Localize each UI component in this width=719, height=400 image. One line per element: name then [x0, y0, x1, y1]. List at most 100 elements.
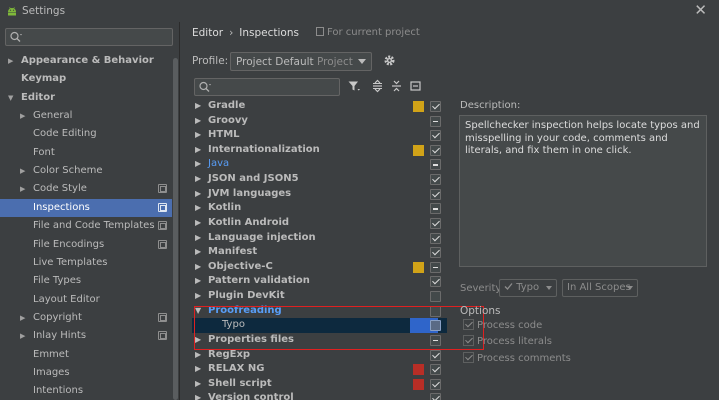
- chevron-right-icon[interactable]: ▶: [195, 231, 201, 246]
- chevron-right-icon[interactable]: ▶: [20, 162, 25, 180]
- enable-checkbox[interactable]: [430, 188, 441, 200]
- tree-row-proofreading[interactable]: ▼ Proofreading: [192, 304, 447, 319]
- chevron-right-icon[interactable]: ▶: [195, 362, 201, 377]
- enable-checkbox[interactable]: [430, 276, 441, 288]
- tree-row-typo[interactable]: Typo: [192, 318, 447, 333]
- tree-row-kotlin[interactable]: ▶ Kotlin: [192, 201, 447, 216]
- enable-checkbox[interactable]: [430, 217, 441, 229]
- enable-checkbox[interactable]: [430, 247, 441, 259]
- chevron-right-icon[interactable]: ▶: [195, 377, 201, 392]
- sidebar-item-emmet[interactable]: Emmet: [0, 346, 172, 364]
- sidebar-item-inspections[interactable]: Inspections: [0, 198, 172, 218]
- tree-row-manifest[interactable]: ▶ Manifest: [192, 245, 447, 260]
- enable-checkbox[interactable]: [430, 232, 441, 244]
- severity-dropdown[interactable]: Typo: [499, 279, 557, 297]
- option-checkbox[interactable]: [463, 351, 474, 363]
- enable-checkbox[interactable]: [430, 305, 441, 317]
- sidebar-item-code-editing[interactable]: Code Editing: [0, 125, 172, 143]
- enable-checkbox[interactable]: [430, 115, 441, 127]
- sidebar-item-file-and-code-templates[interactable]: File and Code Templates: [0, 217, 172, 235]
- sidebar-item-color-scheme[interactable]: ▶ Color Scheme: [0, 162, 172, 180]
- enable-checkbox[interactable]: [430, 130, 441, 142]
- chevron-right-icon[interactable]: ▶: [195, 216, 201, 231]
- sidebar-item-copyright[interactable]: ▶ Copyright: [0, 309, 172, 327]
- enable-checkbox[interactable]: [430, 144, 441, 156]
- chevron-right-icon[interactable]: ▶: [195, 391, 201, 400]
- chevron-right-icon[interactable]: ▶: [195, 333, 201, 348]
- close-icon[interactable]: ✕: [694, 3, 707, 18]
- reset-icon[interactable]: [409, 79, 422, 93]
- sidebar-item-live-templates[interactable]: Live Templates: [0, 254, 172, 272]
- inspection-search-input[interactable]: [194, 78, 340, 96]
- sidebar-scrollbar[interactable]: [173, 58, 178, 400]
- chevron-right-icon[interactable]: ▶: [195, 245, 201, 260]
- enable-checkbox[interactable]: [430, 291, 441, 303]
- tree-row-language-injection[interactable]: ▶ Language injection: [192, 231, 447, 246]
- sidebar-item-font[interactable]: Font: [0, 144, 172, 162]
- chevron-right-icon[interactable]: ▶: [20, 180, 25, 198]
- option-process-code[interactable]: Process code: [463, 319, 542, 331]
- tree-row-internationalization[interactable]: ▶ Internationalization: [192, 143, 447, 158]
- enable-checkbox[interactable]: [430, 203, 441, 215]
- tree-row-plugin-devkit[interactable]: ▶ Plugin DevKit: [192, 289, 447, 304]
- sidebar-search-input[interactable]: [5, 28, 173, 46]
- chevron-right-icon[interactable]: ▶: [195, 274, 201, 289]
- tree-row-relax-ng[interactable]: ▶ RELAX NG: [192, 362, 447, 377]
- option-process-comments[interactable]: Process comments: [463, 351, 571, 364]
- chevron-right-icon[interactable]: ▶: [195, 201, 201, 216]
- profile-dropdown[interactable]: Project Default Project: [230, 52, 372, 71]
- expand-all-icon[interactable]: [371, 79, 384, 93]
- sidebar-item-images[interactable]: Images: [0, 364, 172, 382]
- chevron-right-icon[interactable]: ▶: [195, 143, 201, 158]
- enable-checkbox[interactable]: [430, 334, 441, 346]
- gear-icon[interactable]: [383, 54, 396, 67]
- chevron-right-icon[interactable]: ▶: [20, 107, 25, 125]
- sidebar-item-layout-editor[interactable]: Layout Editor: [0, 291, 172, 309]
- breadcrumb-editor[interactable]: Editor: [192, 27, 223, 39]
- sidebar-item-editor[interactable]: ▼ Editor: [0, 89, 172, 107]
- chevron-right-icon[interactable]: ▶: [195, 114, 201, 129]
- filter-icon[interactable]: [347, 79, 361, 93]
- tree-row-kotlin-android[interactable]: ▶ Kotlin Android: [192, 216, 447, 231]
- sidebar-item-general[interactable]: ▶ General: [0, 107, 172, 125]
- tree-row-pattern-validation[interactable]: ▶ Pattern validation: [192, 274, 447, 289]
- enable-checkbox[interactable]: [430, 364, 441, 376]
- sidebar-item-inlay-hints[interactable]: ▶ Inlay Hints: [0, 327, 172, 345]
- tree-row-java[interactable]: ▶ Java: [192, 157, 447, 172]
- enable-checkbox[interactable]: [430, 101, 441, 112]
- tree-row-json-and-json5[interactable]: ▶ JSON and JSON5: [192, 172, 447, 187]
- chevron-right-icon[interactable]: ▶: [8, 52, 13, 70]
- enable-checkbox[interactable]: [430, 174, 441, 186]
- chevron-down-icon[interactable]: ▼: [8, 89, 13, 107]
- tree-row-html[interactable]: ▶ HTML: [192, 128, 447, 143]
- collapse-all-icon[interactable]: [390, 79, 403, 93]
- sidebar-item-keymap[interactable]: Keymap: [0, 70, 172, 88]
- sidebar-item-file-encodings[interactable]: File Encodings: [0, 236, 172, 254]
- tree-row-gradle[interactable]: ▶ Gradle: [192, 99, 447, 114]
- chevron-right-icon[interactable]: ▶: [195, 99, 201, 114]
- tree-row-regexp[interactable]: ▶ RegExp: [192, 348, 447, 363]
- option-checkbox[interactable]: [463, 319, 474, 330]
- chevron-right-icon[interactable]: ▶: [195, 172, 201, 187]
- chevron-right-icon[interactable]: ▶: [195, 157, 201, 172]
- chevron-right-icon[interactable]: ▶: [195, 260, 201, 275]
- sidebar-item-appearance-behavior[interactable]: ▶ Appearance & Behavior: [0, 52, 172, 70]
- tree-row-properties-files[interactable]: ▶ Properties files: [192, 333, 447, 348]
- chevron-right-icon[interactable]: ▶: [195, 348, 201, 363]
- enable-checkbox[interactable]: [430, 320, 441, 332]
- chevron-down-icon[interactable]: ▼: [195, 304, 201, 319]
- scope-dropdown[interactable]: In All Scopes: [562, 279, 638, 297]
- chevron-right-icon[interactable]: ▶: [195, 187, 201, 202]
- tree-row-objective-c[interactable]: ▶ Objective-C: [192, 260, 447, 275]
- enable-checkbox[interactable]: [430, 393, 441, 400]
- tree-row-shell-script[interactable]: ▶ Shell script: [192, 377, 447, 392]
- option-process-literals[interactable]: Process literals: [463, 335, 552, 347]
- enable-checkbox[interactable]: [430, 261, 441, 273]
- chevron-right-icon[interactable]: ▶: [195, 128, 201, 143]
- enable-checkbox[interactable]: [430, 378, 441, 390]
- option-checkbox[interactable]: [463, 335, 474, 347]
- chevron-right-icon[interactable]: ▶: [20, 327, 25, 345]
- enable-checkbox[interactable]: [430, 349, 441, 361]
- sidebar-item-intentions[interactable]: Intentions: [0, 382, 172, 400]
- enable-checkbox[interactable]: [430, 159, 441, 171]
